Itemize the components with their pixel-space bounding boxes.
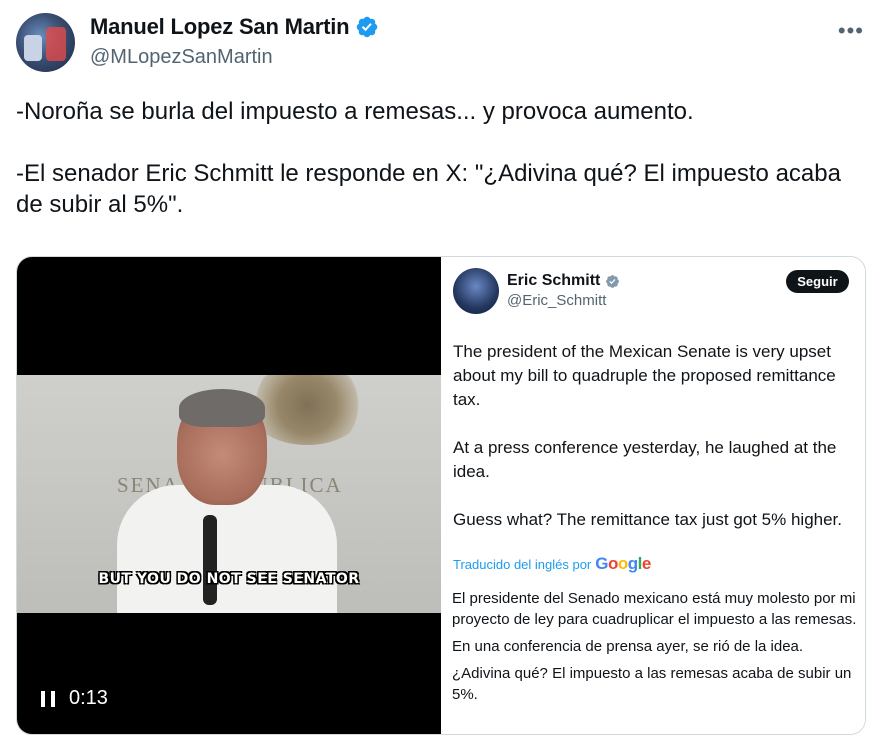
author-name-row: Manuel Lopez San Martin bbox=[90, 14, 379, 40]
more-dots-icon[interactable]: ••• bbox=[838, 18, 864, 44]
avatar-shape bbox=[24, 35, 42, 61]
quoted-display-name[interactable]: Eric Schmitt bbox=[507, 272, 600, 290]
quoted-paragraph: The president of the Mexican Senate is v… bbox=[453, 342, 836, 409]
translation-paragraph: ¿Adivina qué? El impuesto a las remesas … bbox=[452, 665, 852, 703]
person-shape bbox=[179, 389, 265, 427]
quoted-avatar[interactable] bbox=[453, 268, 499, 314]
quoted-paragraph: Guess what? The remittance tax just got … bbox=[453, 510, 843, 529]
translation-attribution[interactable]: Traducido del inglés por Google bbox=[453, 554, 651, 574]
google-logo-icon: Google bbox=[595, 554, 651, 573]
quoted-handle[interactable]: @Eric_Schmitt bbox=[507, 292, 606, 309]
pause-icon[interactable] bbox=[41, 690, 55, 707]
video-time: 0:13 bbox=[69, 687, 108, 709]
verified-badge-icon bbox=[606, 274, 620, 288]
translation-paragraph: En una conferencia de prensa ayer, se ri… bbox=[452, 638, 804, 655]
author-handle[interactable]: @MLopezSanMartin bbox=[90, 46, 273, 69]
quoted-body: The president of the Mexican Senate is v… bbox=[453, 340, 858, 556]
translation-label: Traducido del inglés por bbox=[453, 556, 592, 572]
quoted-name-row: Eric Schmitt bbox=[507, 272, 620, 290]
video-controls[interactable]: 0:13 bbox=[41, 687, 108, 710]
follow-button[interactable]: Seguir bbox=[786, 270, 849, 293]
video-player[interactable]: SENA A REPUBLICA BUT YOU DO NOT SEE SENA… bbox=[17, 257, 441, 734]
tweet-text: -Noroña se burla del impuesto a remesas.… bbox=[16, 98, 841, 218]
microphone-shape bbox=[203, 515, 217, 605]
avatar-shape bbox=[46, 27, 66, 61]
author-display-name[interactable]: Manuel Lopez San Martin bbox=[90, 14, 350, 40]
translation-paragraph: El presidente del Senado mexicano está m… bbox=[452, 590, 857, 628]
quoted-paragraph: At a press conference yesterday, he laug… bbox=[453, 438, 837, 481]
video-caption: BUT YOU DO NOT SEE SENATOR bbox=[98, 571, 360, 587]
quoted-post[interactable]: Eric Schmitt @Eric_Schmitt Seguir The pr… bbox=[441, 257, 865, 734]
quoted-translation: El presidente del Senado mexicano está m… bbox=[452, 588, 860, 711]
verified-badge-icon bbox=[357, 16, 378, 38]
author-avatar[interactable] bbox=[16, 13, 75, 72]
media-card: SENA A REPUBLICA BUT YOU DO NOT SEE SENA… bbox=[16, 256, 866, 735]
